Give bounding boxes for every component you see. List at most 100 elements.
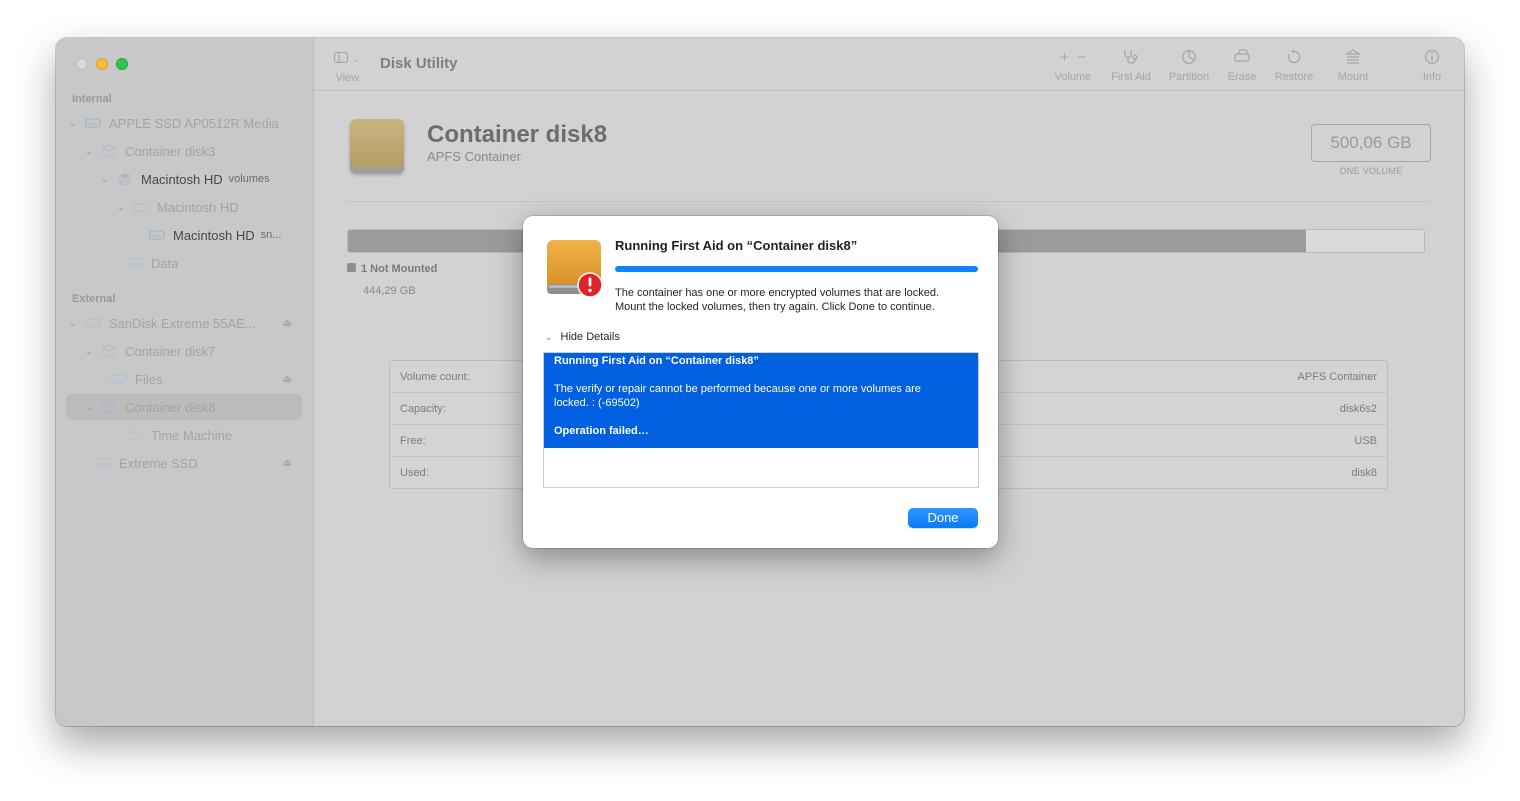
dialog-message-line: The container has one or more encrypted … [615,287,940,299]
partition-button[interactable]: Partition [1159,49,1219,83]
legend-swatch [347,263,356,272]
log-line: The verify or repair cannot be performed… [554,383,921,395]
mount-label: Mount [1337,71,1369,83]
sidebar-item-files[interactable]: Files ⏏ [66,366,302,392]
first-aid-button[interactable]: First Aid [1101,49,1161,83]
mount-button[interactable]: Mount [1323,49,1383,83]
chevron-down-icon[interactable]: ⌄ [114,202,128,213]
sidebar-item-container-disk3[interactable]: ⌄ Container disk3 [66,138,302,164]
volume-button[interactable]: + − Volume [1043,49,1103,83]
close-button[interactable] [76,58,88,70]
container-icon [100,344,118,358]
info-label: Capacity: [400,402,446,415]
sidebar-item-apple-ssd[interactable]: ⌄ APPLE SSD AP0512R Media [66,110,302,136]
info-value: APFS Container [1297,370,1377,383]
window-title: Disk Utility [380,55,458,72]
disk-drive-icon [84,316,102,330]
sidebar-item-label: Time Machine [151,427,233,443]
divider [346,201,1431,202]
erase-button[interactable]: Erase [1212,49,1272,83]
volume-icon [126,428,144,442]
sidebar: Internal ⌄ APPLE SSD AP0512R Media ⌄ Con… [56,38,314,726]
log-title: Running First Aid on “Container disk8” [554,355,759,367]
first-aid-dialog: Running First Aid on “Container disk8” T… [523,216,998,548]
log-line: locked. : (-69502) [554,397,640,409]
sidebar-section-external: External [72,293,116,305]
sidebar-item-label: APPLE SSD AP0512R Media [109,115,279,131]
sidebar-item-label: Container disk3 [125,143,216,159]
log-result: Operation failed… [554,425,649,437]
legend-value: 444,29 GB [363,285,416,297]
eject-icon[interactable]: ⏏ [283,318,292,329]
log-selected-text: Running First Aid on “Container disk8” T… [544,353,978,448]
chevron-down-icon[interactable]: ⌄ [66,118,80,129]
dialog-message: The container has one or more encrypted … [615,286,985,314]
chevron-down-icon[interactable]: ⌄ [66,318,80,329]
sidebar-item-macintosh-hd-volumes[interactable]: ⌄ Macintosh HD volumes [66,166,302,192]
sidebar-item-data[interactable]: Data [66,250,302,276]
sidebar-item-container-disk8[interactable]: ⌄ Container disk8 [66,394,302,420]
sidebar-item-extreme-ssd[interactable]: Extreme SSD ⏏ [66,450,302,476]
mount-icon [1323,49,1383,67]
disk-drive-icon [110,372,128,386]
first-aid-progress-bar [615,266,978,272]
disk-drive-icon [84,116,102,130]
hide-details-label: Hide Details [560,331,620,343]
disk-type: APFS Container [427,149,521,164]
sidebar-item-label: Files [135,371,163,387]
info-label: Info [1422,71,1442,83]
window-controls [76,58,128,70]
info-label: Free: [400,434,426,447]
volume-group-icon [116,172,134,186]
zoom-button[interactable] [116,58,128,70]
sidebar-item-time-machine[interactable]: Time Machine [66,422,302,448]
partition-label: Partition [1168,71,1210,83]
info-value: USB [1354,434,1377,447]
eject-icon[interactable]: ⏏ [283,374,292,385]
chevron-down-icon: ⌄ [545,331,553,342]
chevron-down-icon[interactable]: ⌄ [82,402,96,413]
container-icon [100,400,118,414]
eject-icon[interactable]: ⏏ [283,458,292,469]
dialog-message-line: Mount the locked volumes, then try again… [615,301,935,313]
sidebar-item-sandisk-extreme[interactable]: ⌄ SanDisk Extreme 55AE... ⏏ [66,310,302,336]
volume-label: Volume [1054,71,1092,83]
eraser-icon [1212,49,1272,67]
details-log[interactable]: Running First Aid on “Container disk8” T… [543,352,979,488]
drive-alert-icon [545,238,603,302]
legend-label: 1 Not Mounted [361,263,438,275]
sidebar-item-container-disk7[interactable]: ⌄ Container disk7 [66,338,302,364]
info-button[interactable]: Info [1402,49,1462,83]
usage-legend: 1 Not Mounted [347,263,437,275]
view-button[interactable]: ⌄ View [334,50,361,84]
volume-icon [132,200,150,214]
disk-size: 500,06 GB [1311,124,1431,162]
view-label: View [335,72,360,84]
chevron-down-icon[interactable]: ⌄ [82,346,96,357]
sidebar-section-internal: Internal [72,93,112,105]
first-aid-label: First Aid [1111,71,1151,83]
info-label: Volume count: [400,370,470,383]
sidebar-item-macintosh-hd-snapshot[interactable]: Macintosh HD sn... [66,222,302,248]
sidebar-item-label: Macintosh HD [157,199,239,215]
external-drive-icon [350,119,404,173]
container-icon [100,144,118,158]
pie-chart-icon [1159,49,1219,67]
minimize-button[interactable] [96,58,108,70]
restore-label: Restore [1274,71,1314,83]
sidebar-item-sublabel: sn... [260,229,282,241]
chevron-down-icon: ⌄ [353,53,361,64]
sidebar-item-label: Macintosh HD [173,227,255,243]
chevron-down-icon[interactable]: ⌄ [82,146,96,157]
disk-drive-icon [126,256,144,270]
done-button[interactable]: Done [908,508,978,528]
info-value: disk8 [1351,466,1377,479]
sidebar-item-macintosh-hd[interactable]: ⌄ Macintosh HD [66,194,302,220]
restore-button[interactable]: Restore [1264,49,1324,83]
info-label: Used: [400,466,429,479]
chevron-down-icon[interactable]: ⌄ [98,174,112,185]
dialog-title: Running First Aid on “Container disk8” [615,238,858,253]
sidebar-item-label: Container disk8 [125,399,216,415]
sidebar-item-label: Data [151,255,179,271]
hide-details-toggle[interactable]: ⌄ Hide Details [545,331,620,343]
